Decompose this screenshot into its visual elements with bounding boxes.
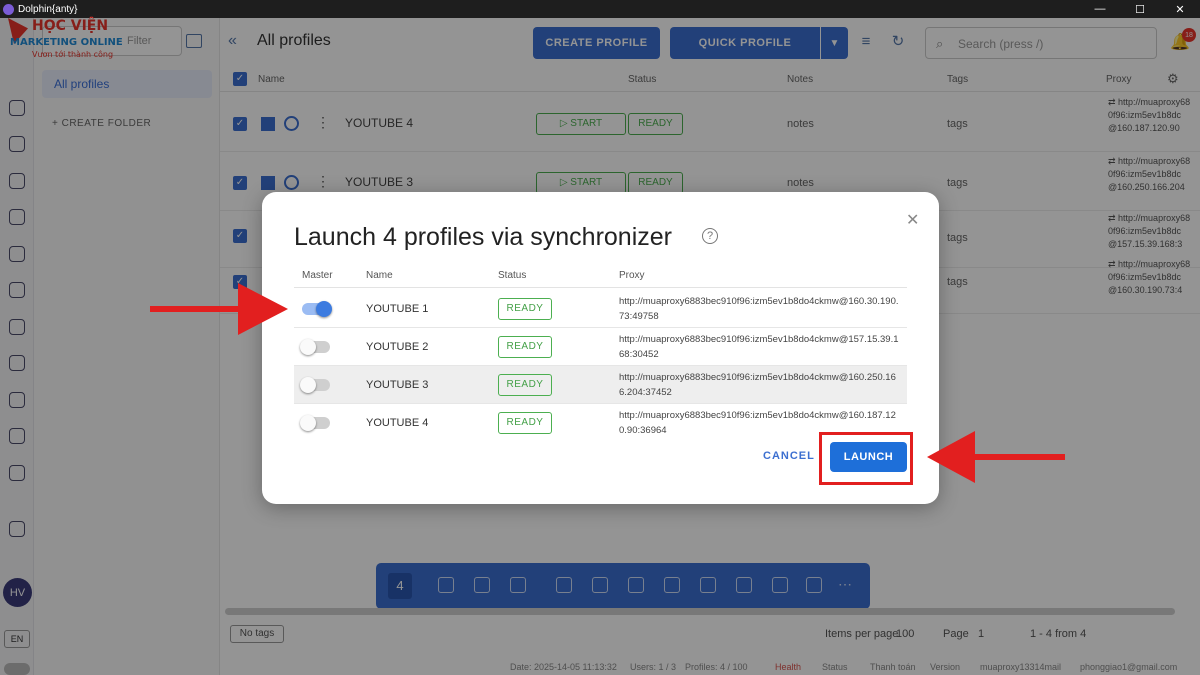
status-badge: READY	[498, 374, 552, 396]
proxy-value: http://muaproxy6883bec910f96:izm5ev1b8do…	[619, 296, 899, 322]
window-titlebar: Dolphin{anty} — ☐ ✕	[0, 0, 1200, 18]
profile-name: YOUTUBE 1	[366, 303, 429, 315]
toggle-knob	[300, 339, 316, 355]
profile-name: YOUTUBE 4	[366, 417, 429, 429]
arrow-right-icon	[238, 283, 288, 335]
column-name: Name	[366, 270, 393, 281]
minimize-button[interactable]: —	[1080, 3, 1120, 16]
profile-name: YOUTUBE 2	[366, 341, 429, 353]
master-toggle[interactable]	[300, 377, 330, 393]
dialog-table-header: Master Name Status Proxy	[294, 264, 907, 288]
dialog-row: YOUTUBE 4 READY http://muaproxy6883bec91…	[294, 404, 907, 442]
launch-highlight-box	[819, 432, 913, 485]
toggle-knob	[300, 415, 316, 431]
close-icon[interactable]: ✕	[906, 210, 919, 230]
arrow-left-icon	[927, 431, 975, 483]
toggle-knob	[316, 301, 332, 317]
status-badge: READY	[498, 412, 552, 434]
proxy-value: http://muaproxy6883bec910f96:izm5ev1b8do…	[619, 334, 899, 360]
column-status: Status	[498, 270, 527, 281]
dialog-row: YOUTUBE 3 READY http://muaproxy6883bec91…	[294, 366, 907, 404]
maximize-button[interactable]: ☐	[1120, 3, 1160, 16]
column-master: Master	[302, 270, 333, 281]
master-toggle[interactable]	[300, 339, 330, 355]
dialog-row: YOUTUBE 1 READY http://muaproxy6883bec91…	[294, 290, 907, 328]
master-toggle[interactable]	[300, 415, 330, 431]
master-toggle[interactable]	[302, 301, 332, 317]
proxy-value: http://muaproxy6883bec910f96:izm5ev1b8do…	[619, 372, 896, 398]
dialog-row: YOUTUBE 2 READY http://muaproxy6883bec91…	[294, 328, 907, 366]
close-window-button[interactable]: ✕	[1160, 3, 1200, 16]
help-icon[interactable]: ?	[702, 228, 718, 244]
arrow-shaft-left	[150, 306, 245, 312]
dialog-title: Launch 4 profiles via synchronizer	[294, 223, 672, 251]
column-proxy: Proxy	[619, 270, 645, 281]
profile-name: YOUTUBE 3	[366, 379, 429, 391]
toggle-knob	[300, 377, 316, 393]
status-badge: READY	[498, 336, 552, 358]
status-badge: READY	[498, 298, 552, 320]
arrow-shaft-right	[970, 454, 1065, 460]
cancel-button[interactable]: CANCEL	[763, 450, 815, 462]
window-controls: — ☐ ✕	[1080, 3, 1200, 16]
